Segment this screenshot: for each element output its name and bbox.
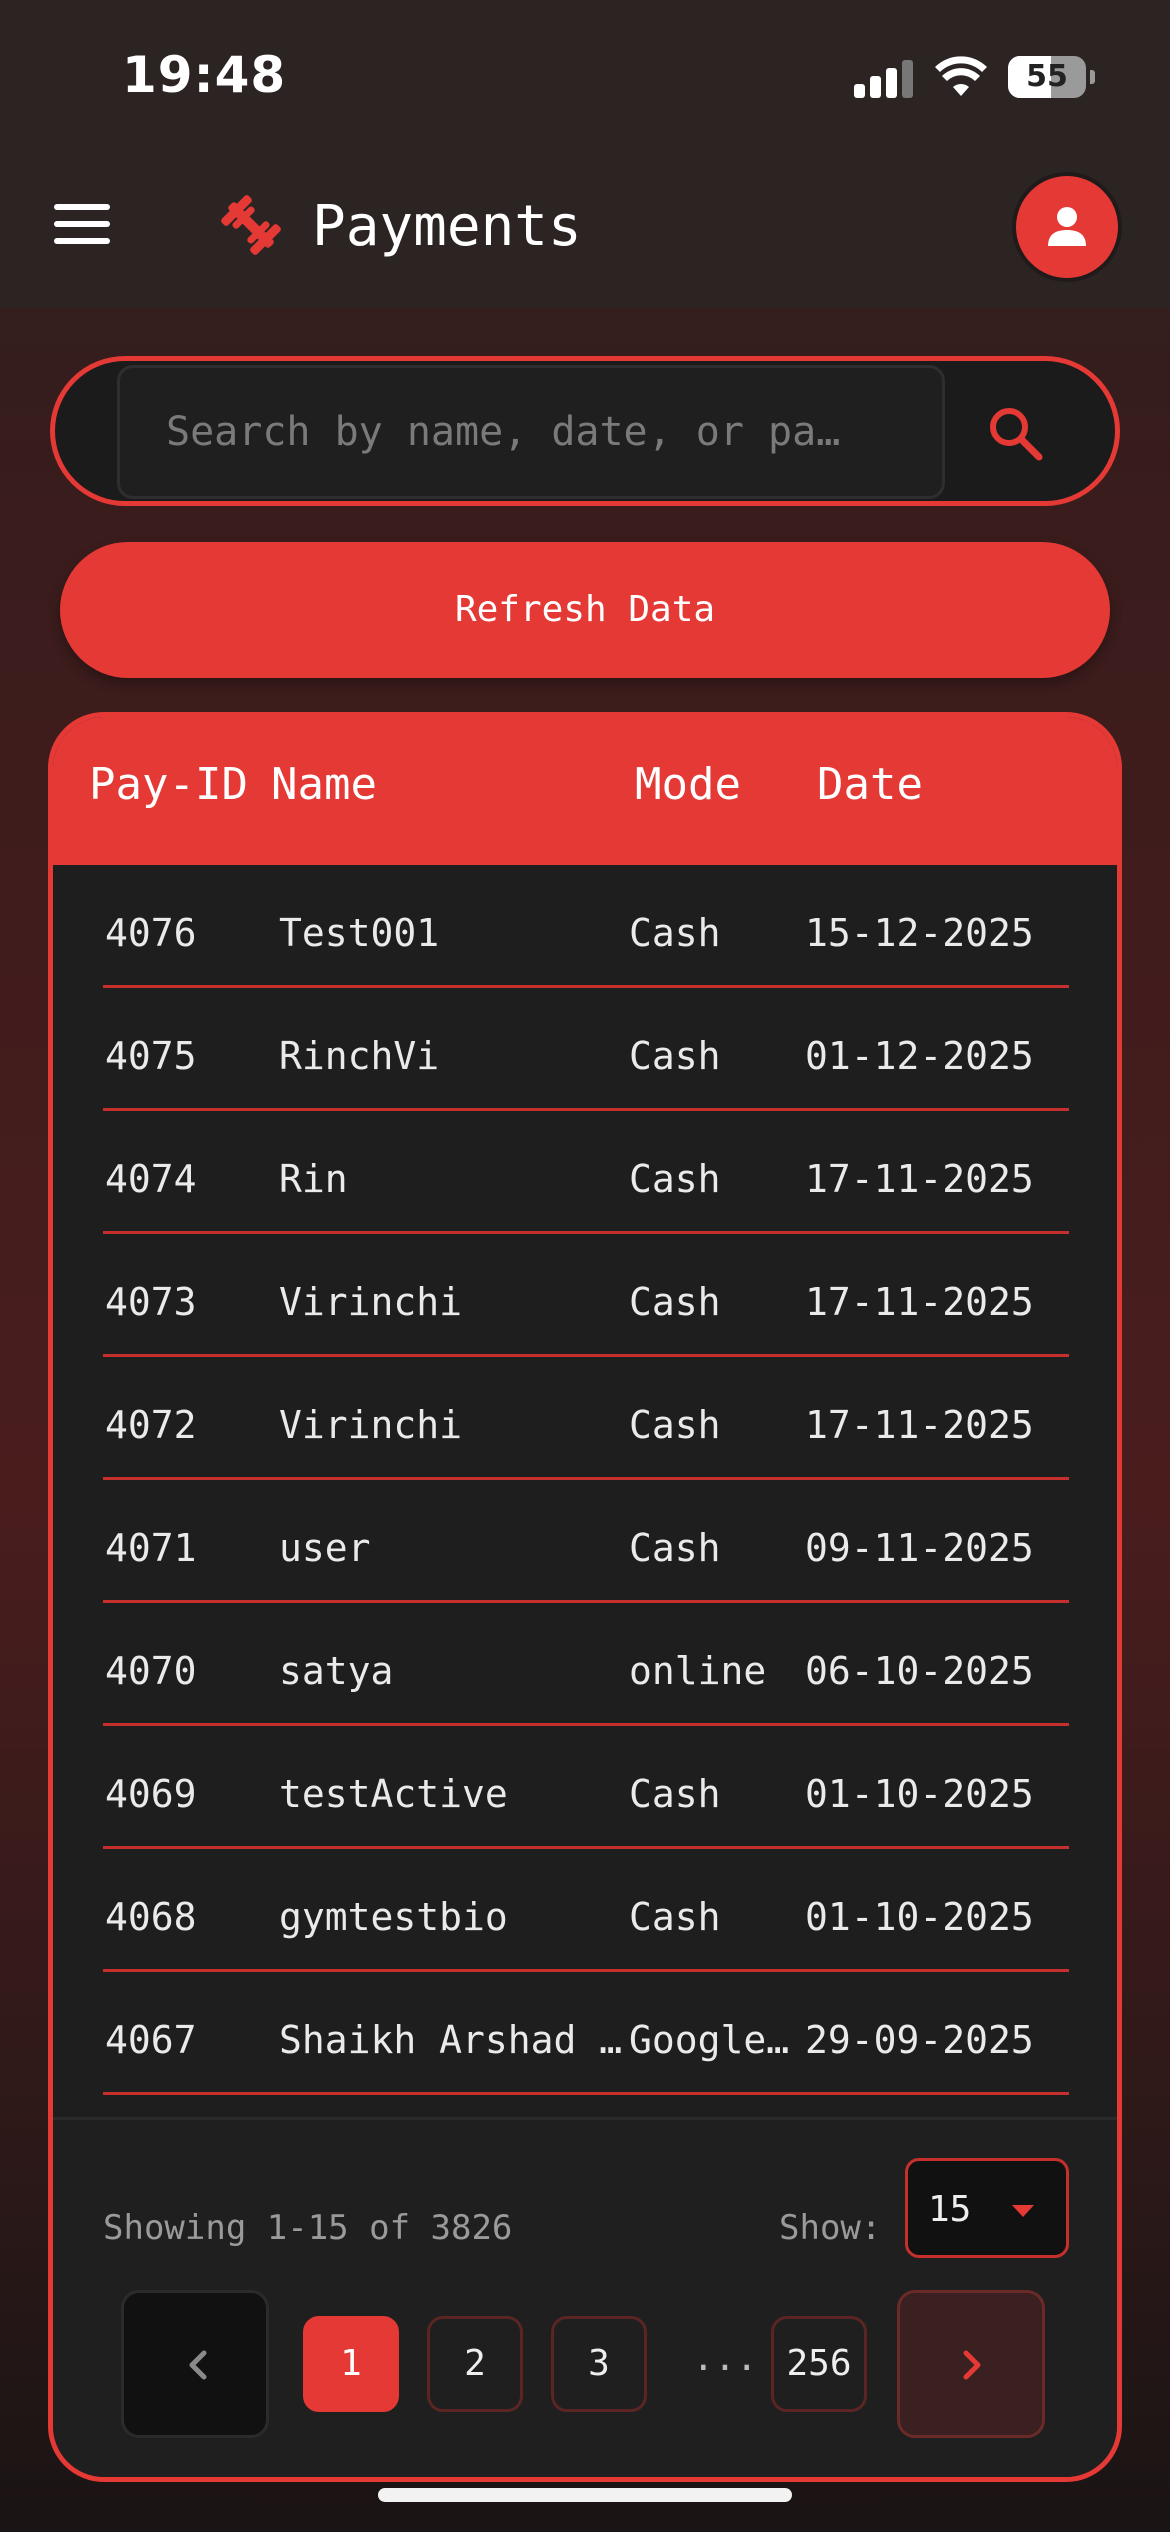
- cell-date: 17-11-2025: [805, 1280, 1034, 1324]
- cell-pay-id: 4069: [105, 1772, 197, 1816]
- cell-date: 09-11-2025: [805, 1526, 1034, 1570]
- hamburger-menu-icon[interactable]: [54, 204, 110, 244]
- cell-mode: Cash: [629, 1772, 721, 1816]
- cell-date: 01-10-2025: [805, 1772, 1034, 1816]
- cell-mode: Cash: [629, 1157, 721, 1201]
- chevron-left-icon: [189, 2350, 207, 2380]
- battery-icon: 55: [1008, 56, 1086, 98]
- cell-name: Shaikh Arshad …: [279, 2018, 623, 2062]
- cell-date: 17-11-2025: [805, 1157, 1034, 1201]
- cell-pay-id: 4073: [105, 1280, 197, 1324]
- search-bar: [50, 356, 1120, 506]
- wifi-icon: [935, 56, 987, 96]
- user-icon: [1048, 207, 1086, 246]
- page-button-3[interactable]: 3: [551, 2316, 647, 2412]
- cell-pay-id: 4075: [105, 1034, 197, 1078]
- table-row[interactable]: 4068 gymtestbio Cash 01-10-2025: [103, 1849, 1069, 1972]
- cell-name: RinchVi: [279, 1034, 440, 1078]
- cell-mode: Cash: [629, 911, 721, 955]
- search-icon[interactable]: [985, 403, 1045, 463]
- table-row[interactable]: 4074 Rin Cash 17-11-2025: [103, 1111, 1069, 1234]
- app-bar: Payments: [0, 150, 1170, 308]
- table-header: Pay-ID Name Mode Date: [53, 717, 1117, 865]
- status-time: 19:48: [122, 46, 287, 104]
- cellular-signal-icon: [854, 60, 914, 98]
- table-footer: Showing 1-15 of 3826 Show: 15 1 2 3 ... …: [53, 2117, 1117, 2477]
- column-header-mode[interactable]: Mode: [635, 759, 741, 810]
- home-indicator[interactable]: [378, 2488, 792, 2502]
- table-row[interactable]: 4071 user Cash 09-11-2025: [103, 1480, 1069, 1603]
- page-button-1[interactable]: 1: [303, 2316, 399, 2412]
- column-header-pay-id[interactable]: Pay-ID: [89, 759, 248, 810]
- column-header-name[interactable]: Name: [271, 759, 377, 810]
- cell-name: satya: [279, 1649, 394, 1693]
- status-bar: 19:48 55: [0, 0, 1170, 150]
- chevron-right-icon: [963, 2350, 981, 2380]
- cell-mode: online: [629, 1649, 767, 1693]
- dumbbell-icon: [221, 195, 281, 255]
- table-row[interactable]: 4067 Shaikh Arshad … Google… 29-09-2025: [103, 1972, 1069, 2095]
- cell-date: 06-10-2025: [805, 1649, 1034, 1693]
- cell-name: Test001: [279, 911, 440, 955]
- cell-name: testActive: [279, 1772, 508, 1816]
- cell-date: 01-10-2025: [805, 1895, 1034, 1939]
- column-header-date[interactable]: Date: [817, 759, 923, 810]
- cell-pay-id: 4070: [105, 1649, 197, 1693]
- table-row[interactable]: 4072 Virinchi Cash 17-11-2025: [103, 1357, 1069, 1480]
- page-button-256[interactable]: 256: [771, 2316, 867, 2412]
- page-size-select[interactable]: 15: [905, 2158, 1069, 2258]
- page-button-2[interactable]: 2: [427, 2316, 523, 2412]
- cell-mode: Cash: [629, 1526, 721, 1570]
- page-title: Payments: [312, 194, 582, 259]
- page-size-label: Show:: [779, 2208, 882, 2248]
- table-row[interactable]: 4073 Virinchi Cash 17-11-2025: [103, 1234, 1069, 1357]
- cell-name: user: [279, 1526, 371, 1570]
- battery-level-text: 55: [1026, 59, 1068, 94]
- table-row[interactable]: 4076 Test001 Cash 15-12-2025: [103, 865, 1069, 988]
- table-row[interactable]: 4069 testActive Cash 01-10-2025: [103, 1726, 1069, 1849]
- previous-page-button[interactable]: [121, 2290, 269, 2438]
- pagination-ellipsis: ...: [692, 2338, 758, 2379]
- cell-pay-id: 4076: [105, 911, 197, 955]
- cell-mode: Cash: [629, 1034, 721, 1078]
- page-size-value: 15: [928, 2189, 972, 2230]
- cell-date: 15-12-2025: [805, 911, 1034, 955]
- cell-mode: Cash: [629, 1280, 721, 1324]
- next-page-button[interactable]: [897, 2290, 1045, 2438]
- cell-mode: Cash: [629, 1403, 721, 1447]
- caret-down-icon: [1012, 2205, 1034, 2217]
- payments-table: Pay-ID Name Mode Date 4076 Test001 Cash …: [48, 712, 1122, 2482]
- cell-name: Virinchi: [279, 1280, 463, 1324]
- profile-button[interactable]: [1016, 176, 1118, 278]
- table-row[interactable]: 4075 RinchVi Cash 01-12-2025: [103, 988, 1069, 1111]
- cell-mode: Cash: [629, 1895, 721, 1939]
- cell-pay-id: 4067: [105, 2018, 197, 2062]
- cell-pay-id: 4071: [105, 1526, 197, 1570]
- showing-count: Showing 1-15 of 3826: [103, 2208, 513, 2248]
- cell-date: 01-12-2025: [805, 1034, 1034, 1078]
- cell-date: 17-11-2025: [805, 1403, 1034, 1447]
- cell-name: Rin: [279, 1157, 348, 1201]
- refresh-data-button[interactable]: Refresh Data: [60, 542, 1110, 678]
- search-input[interactable]: [117, 365, 945, 499]
- table-row[interactable]: 4070 satya online 06-10-2025: [103, 1603, 1069, 1726]
- cell-pay-id: 4072: [105, 1403, 197, 1447]
- cell-mode: Google…: [629, 2018, 790, 2062]
- cell-pay-id: 4068: [105, 1895, 197, 1939]
- cell-name: Virinchi: [279, 1403, 463, 1447]
- cell-pay-id: 4074: [105, 1157, 197, 1201]
- cell-date: 29-09-2025: [805, 2018, 1034, 2062]
- battery-tip: [1090, 70, 1095, 84]
- cell-name: gymtestbio: [279, 1895, 508, 1939]
